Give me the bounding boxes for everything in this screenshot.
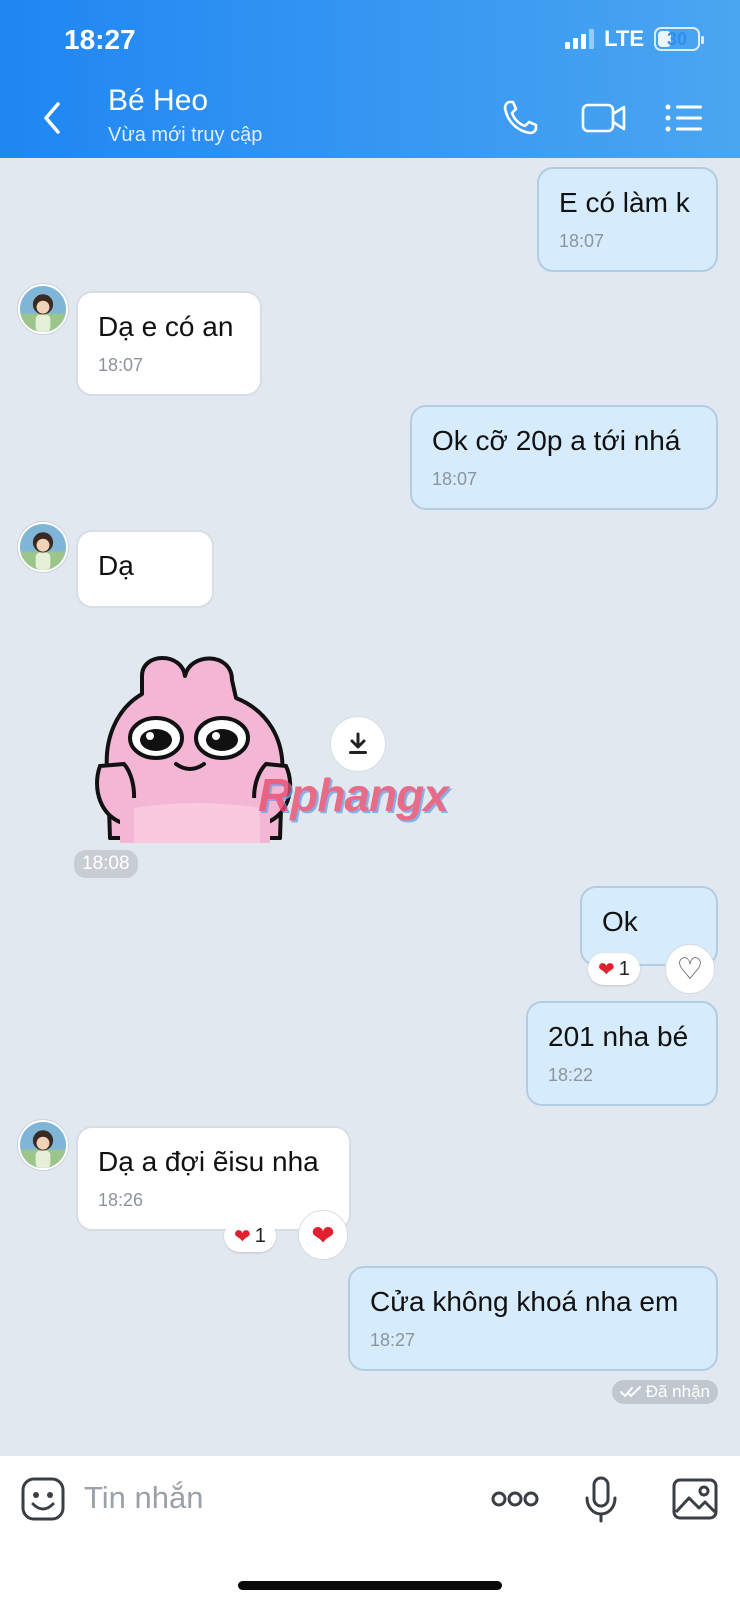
message-time: 18:07: [98, 355, 144, 375]
pink-bunny-sticker: [95, 656, 293, 843]
download-icon: [349, 732, 367, 754]
message-text: Dạ a đợi ẽisu nha: [98, 1146, 319, 1177]
reaction-count[interactable]: ❤ 1: [224, 1220, 276, 1252]
more-dots-icon: [491, 1491, 539, 1507]
sticker-emoji-icon: [21, 1477, 65, 1521]
download-button[interactable]: [330, 716, 386, 772]
message-text: Dạ e có an: [98, 311, 234, 342]
contact-avatar[interactable]: [18, 284, 68, 334]
message-time: 18:07: [432, 469, 478, 489]
chevron-left-icon: [44, 102, 60, 134]
message-text: Cửa không khoá nha em: [370, 1286, 679, 1317]
sticker-time: 18:08: [74, 850, 138, 878]
battery-icon: 30: [654, 27, 704, 51]
message-bubble-outgoing[interactable]: Cửa không khoá nha em 18:27: [348, 1266, 718, 1371]
more-options-button[interactable]: [490, 1474, 540, 1524]
watermark-text: Rphangx: [258, 769, 449, 821]
reaction-count[interactable]: ❤ 1: [588, 953, 640, 985]
voice-call-button[interactable]: [498, 96, 542, 140]
heart-filled-icon: ❤: [311, 1219, 335, 1251]
contact-status: Vừa mới truy cập: [108, 124, 263, 146]
menu-button[interactable]: [664, 96, 704, 140]
message-time: 18:07: [559, 231, 605, 251]
message-time: 18:22: [548, 1065, 594, 1085]
network-label: LTE: [604, 26, 644, 51]
reaction-count-value: 1: [618, 957, 630, 980]
message-text: 201 nha bé: [548, 1021, 689, 1052]
message-text: Ok: [602, 906, 638, 937]
message-list[interactable]: E có làm k 18:07 Dạ e có an 18:07 Ok cỡ …: [0, 158, 740, 1455]
contact-name[interactable]: Bé Heo: [108, 84, 208, 118]
message-bubble-incoming[interactable]: Dạ: [76, 530, 214, 608]
heart-reaction-icon: ❤: [234, 1225, 251, 1248]
microphone-icon: [585, 1476, 617, 1523]
message-input[interactable]: [84, 1472, 464, 1524]
double-check-icon: [619, 1386, 641, 1397]
video-camera-icon: [581, 103, 626, 133]
heart-reaction-icon: ❤: [598, 958, 615, 981]
image-picker-button[interactable]: [670, 1474, 720, 1524]
delivery-status-badge: Đã nhận: [611, 1380, 718, 1404]
react-button[interactable]: ♡: [665, 944, 715, 994]
message-bubble-outgoing[interactable]: E có làm k 18:07: [537, 167, 718, 272]
voice-message-button[interactable]: [576, 1474, 626, 1524]
message-bubble-incoming[interactable]: Dạ e có an 18:07: [76, 291, 262, 396]
back-button[interactable]: [38, 98, 68, 138]
message-time: 18:27: [370, 1330, 416, 1350]
emoji-button[interactable]: [20, 1476, 66, 1522]
contact-avatar[interactable]: [18, 1120, 68, 1170]
message-text: Dạ: [98, 550, 134, 581]
heart-outline-icon: ♡: [676, 952, 704, 986]
status-indicators: LTE 30: [565, 26, 704, 52]
composer-bar: [0, 1455, 740, 1600]
battery-level: 30: [666, 28, 688, 49]
contact-avatar[interactable]: [18, 522, 68, 572]
list-menu-icon: [665, 104, 702, 132]
sticker-image[interactable]: [90, 648, 300, 853]
phone-icon: [503, 100, 538, 135]
delivery-status-text: Đã nhận: [645, 1382, 710, 1401]
home-indicator: [238, 1581, 502, 1590]
status-time: 18:27: [64, 24, 136, 55]
message-time: 18:26: [98, 1190, 144, 1210]
react-button[interactable]: ❤: [298, 1210, 348, 1260]
signal-icon: [565, 29, 595, 49]
message-text: Ok cỡ 20p a tới nhá: [432, 425, 681, 456]
message-bubble-outgoing[interactable]: Ok cỡ 20p a tới nhá 18:07: [410, 405, 718, 510]
message-text: E có làm k: [559, 187, 690, 218]
message-bubble-outgoing[interactable]: 201 nha bé 18:22: [526, 1001, 718, 1106]
reaction-count-value: 1: [254, 1224, 266, 1247]
image-gallery-icon: [672, 1478, 718, 1520]
video-call-button[interactable]: [580, 96, 628, 140]
chat-header: 18:27 LTE 30 Bé Heo Vừa mới truy cập: [0, 0, 740, 158]
